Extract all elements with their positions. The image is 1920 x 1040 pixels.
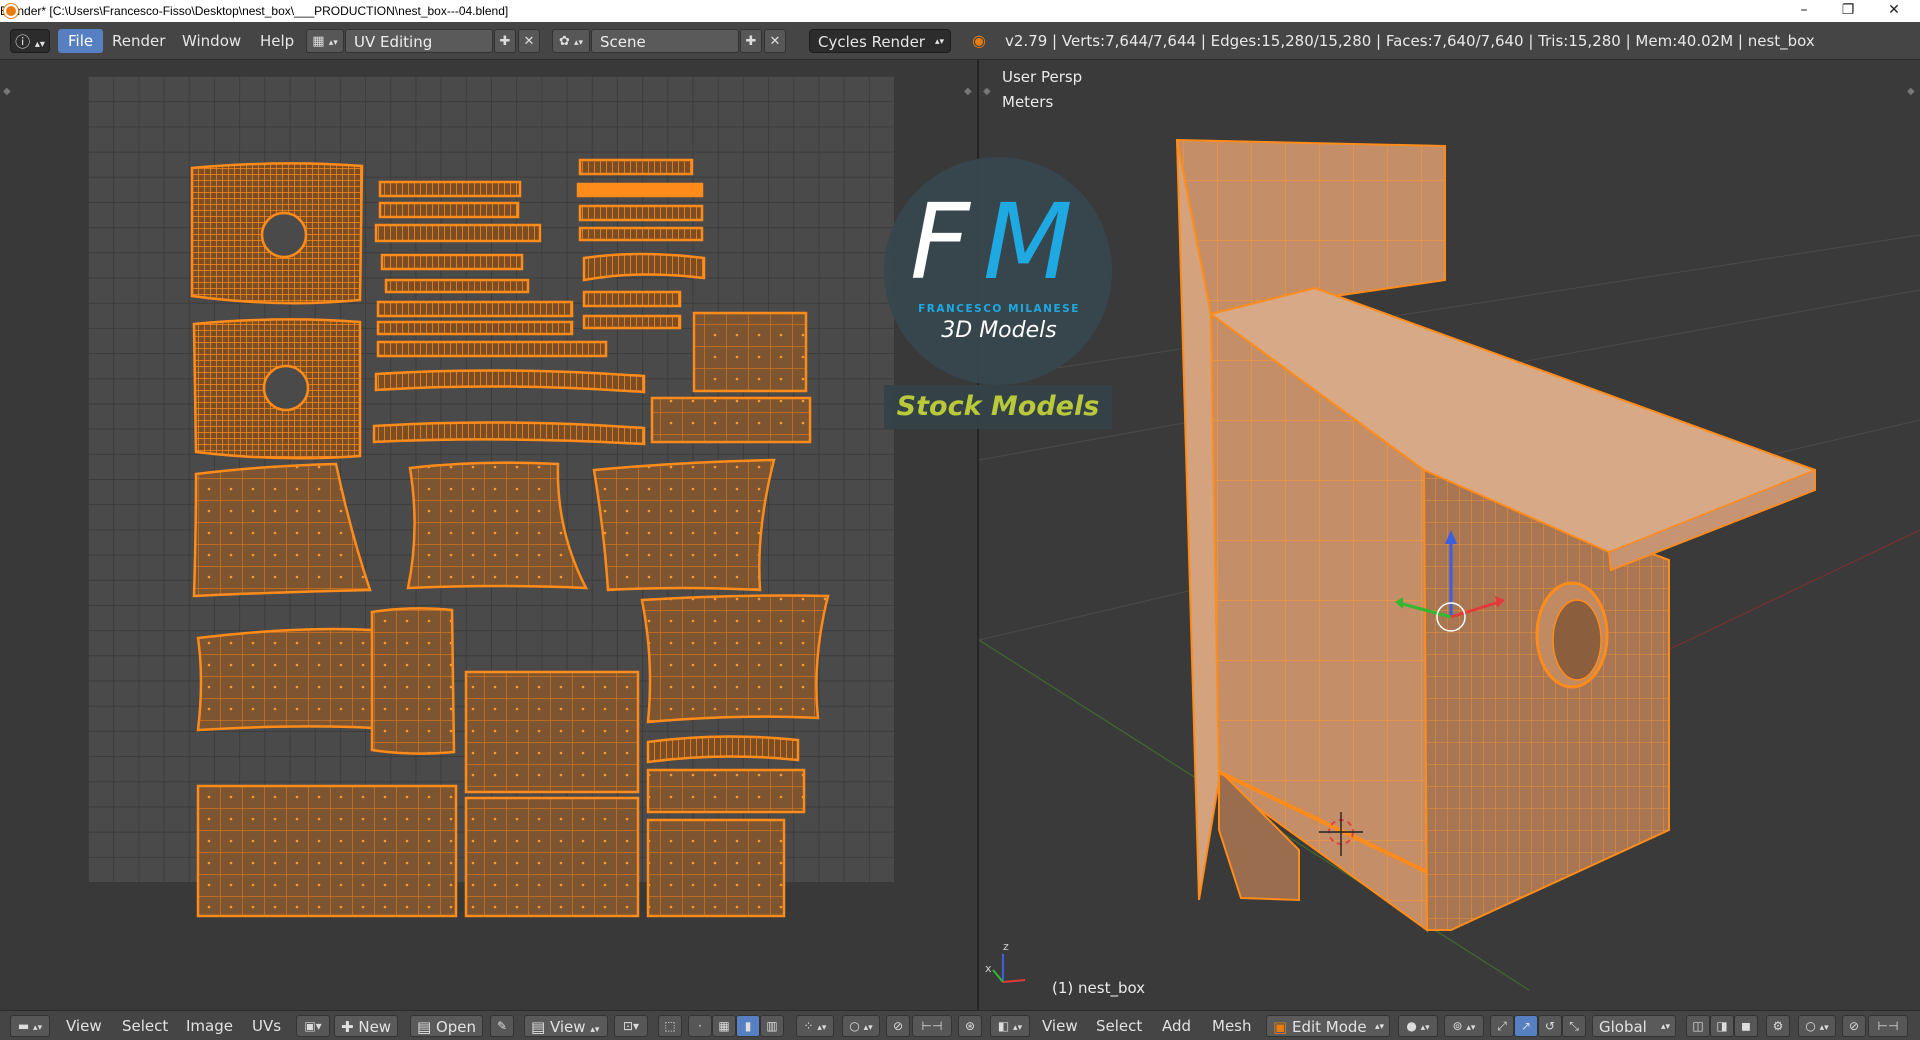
scene-field[interactable]: Scene bbox=[591, 29, 739, 53]
new-image-button[interactable]: ✚ New bbox=[334, 1015, 399, 1037]
uv-menu-select[interactable]: Select bbox=[122, 1015, 168, 1037]
menu-window[interactable]: Window bbox=[172, 29, 251, 53]
uv-island-roof-small bbox=[692, 311, 808, 393]
island-select-icon[interactable]: ▥ bbox=[760, 1015, 784, 1037]
blender-icon bbox=[4, 4, 18, 18]
editor-footers: ▬ ▴▾ View Select Image UVs ▣▾ ✚ New ▤ Op… bbox=[0, 1010, 1920, 1040]
viewport-shading-icon[interactable]: ● ▴▾ bbox=[1398, 1015, 1438, 1037]
manipulator-icon[interactable]: ⤢ bbox=[1490, 1015, 1514, 1037]
transform-orientation-select[interactable]: Global ▴▾ bbox=[1592, 1015, 1676, 1037]
scale-manipulator-icon[interactable]: ⤡ bbox=[1562, 1015, 1586, 1037]
rotate-manipulator-icon[interactable]: ↺ bbox=[1538, 1015, 1562, 1037]
transform-orientation-label: Global bbox=[1599, 1018, 1647, 1036]
open-image-button[interactable]: ▤ Open bbox=[410, 1015, 484, 1037]
window-titlebar: Blender* [C:\Users\Francesco-Fisso\Deskt… bbox=[0, 0, 1920, 22]
render-engine-select[interactable]: Cycles Render ▴▾ bbox=[809, 29, 951, 53]
remove-icon[interactable]: ✕ bbox=[518, 29, 540, 53]
uv-menu-image[interactable]: Image bbox=[186, 1015, 233, 1037]
interaction-mode-label: Edit Mode bbox=[1291, 1018, 1367, 1036]
remove-scene-icon[interactable]: ✕ bbox=[764, 29, 786, 53]
view3d-menu-view[interactable]: View bbox=[1042, 1015, 1078, 1037]
uv-view-mode-label: View bbox=[549, 1018, 586, 1036]
open-image-label: Open bbox=[435, 1018, 477, 1036]
3d-viewport[interactable]: ◆ ◆ User Persp Meters x z (1) nest_box bbox=[979, 60, 1920, 1010]
screen-layout-field[interactable]: UV Editing bbox=[345, 29, 493, 53]
uv-more-icon[interactable]: ⊛ bbox=[958, 1015, 982, 1037]
proportional-editing-icon[interactable]: ○ ▴▾ bbox=[1798, 1015, 1836, 1037]
info-header: ⓘ ▴▾ File Render Window Help ▦ ▴▾ UV Edi… bbox=[0, 22, 1920, 60]
screen-layout-icon[interactable]: ▦ ▴▾ bbox=[306, 29, 344, 53]
axis-gizmo bbox=[992, 954, 1026, 983]
axis-x-label: x bbox=[985, 962, 992, 975]
vertex-mode-icon[interactable]: ◫ bbox=[1686, 1015, 1710, 1037]
view3d-editor-type-icon[interactable]: ◧ ▴▾ bbox=[990, 1015, 1030, 1037]
uv-sync-icon[interactable]: ⬚ bbox=[658, 1015, 682, 1037]
watermark-letter-m: M bbox=[983, 181, 1073, 303]
add-scene-icon[interactable]: ✚ bbox=[740, 29, 762, 53]
scene-statistics: v2.79 | Verts:7,644/7,644 | Edges:15,280… bbox=[1005, 32, 1815, 50]
uv-menu-view[interactable]: View bbox=[66, 1015, 102, 1037]
menu-file[interactable]: File bbox=[58, 29, 104, 53]
scene-icon[interactable]: ✿ ▴▾ bbox=[552, 29, 590, 53]
translate-manipulator-icon[interactable]: ↗ bbox=[1514, 1015, 1538, 1037]
pivot-icon[interactable]: ⊡▾ bbox=[614, 1015, 648, 1037]
snapping-icon[interactable]: ⊘ bbox=[1842, 1015, 1866, 1037]
menu-help[interactable]: Help bbox=[250, 29, 304, 53]
info-icon: ⓘ bbox=[15, 33, 31, 51]
face-mode-icon[interactable]: ◼ bbox=[1734, 1015, 1758, 1037]
view3d-menu-mesh[interactable]: Mesh bbox=[1212, 1015, 1252, 1037]
watermark-letter-f: F bbox=[910, 181, 970, 303]
uv-layout-svg[interactable] bbox=[0, 60, 977, 1010]
watermark-author: FRANCESCO MILANESE bbox=[918, 303, 1080, 315]
uv-menu-uvs[interactable]: UVs bbox=[252, 1015, 281, 1037]
snap-icon[interactable]: ⊘ bbox=[886, 1015, 910, 1037]
close-window-button[interactable]: ✕ bbox=[1872, 0, 1916, 22]
interaction-mode-select[interactable]: ▣ Edit Mode ▴▾ bbox=[1266, 1015, 1390, 1037]
image-editor-type-icon[interactable]: ▬ ▴▾ bbox=[10, 1015, 50, 1037]
render-engine-label: Cycles Render bbox=[818, 33, 925, 51]
proportional-edit-icon[interactable]: ○ ▴▾ bbox=[842, 1015, 880, 1037]
uv-island-panel-1 bbox=[192, 462, 372, 598]
nest-box-mesh[interactable] bbox=[979, 60, 1920, 1010]
window-title: Blender* [C:\Users\Francesco-Fisso\Deskt… bbox=[0, 4, 509, 18]
pivot-point-icon[interactable]: ⊚ ▴▾ bbox=[1444, 1015, 1484, 1037]
snap-target-icon[interactable]: ⊢⊣ bbox=[1868, 1015, 1908, 1037]
active-object-label: (1) nest_box bbox=[1052, 979, 1146, 997]
edge-mode-icon[interactable]: ◨ bbox=[1710, 1015, 1734, 1037]
blender-logo-icon: ◉ bbox=[972, 31, 986, 50]
new-image-label: New bbox=[358, 1018, 392, 1036]
minimize-button[interactable]: – bbox=[1782, 0, 1826, 22]
menu-render[interactable]: Render bbox=[102, 29, 175, 53]
pin-icon[interactable]: ✎ bbox=[490, 1015, 514, 1037]
editor-type-selector[interactable]: ⓘ ▴▾ bbox=[10, 29, 50, 53]
image-browse-icon[interactable]: ▣▾ bbox=[296, 1015, 330, 1037]
add-icon[interactable]: ✚ bbox=[494, 29, 516, 53]
restore-button[interactable]: ❐ bbox=[1826, 0, 1870, 22]
sticky-mode-icon[interactable]: ⁘ ▴▾ bbox=[796, 1015, 834, 1037]
view3d-menu-add[interactable]: Add bbox=[1162, 1015, 1191, 1037]
limit-selection-icon[interactable]: ⚙ bbox=[1766, 1015, 1790, 1037]
vertex-select-icon[interactable]: · bbox=[688, 1015, 712, 1037]
face-select-icon[interactable]: ▮ bbox=[736, 1015, 760, 1037]
axis-z-label: z bbox=[1003, 940, 1009, 953]
edge-select-icon[interactable]: ▦ bbox=[712, 1015, 736, 1037]
watermark-line2: Stock Models bbox=[884, 385, 1112, 429]
uv-view-mode-select[interactable]: ▤ View ▴▾ bbox=[524, 1015, 608, 1037]
snap-element-icon[interactable]: ⊢⊣ bbox=[912, 1015, 952, 1037]
view3d-menu-select[interactable]: Select bbox=[1096, 1015, 1142, 1037]
watermark-line1: 3D Models bbox=[941, 318, 1057, 343]
